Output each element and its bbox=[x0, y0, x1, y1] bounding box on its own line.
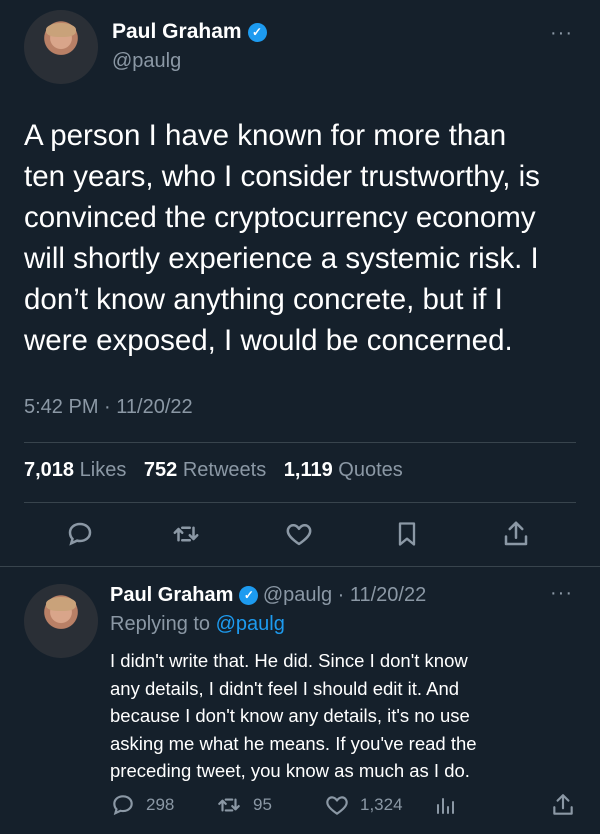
replying-to-label: Replying to bbox=[110, 613, 211, 635]
reply-line: any details, I didn't feel I should edit… bbox=[110, 677, 460, 699]
author-handle[interactable]: @paulg bbox=[112, 50, 181, 73]
author-name[interactable]: Paul Graham ✓ bbox=[112, 20, 267, 44]
reply-like-button[interactable]: 1,324 bbox=[324, 792, 403, 818]
like-icon bbox=[286, 523, 312, 546]
tweet-line: A person I have known for more than bbox=[24, 119, 507, 152]
retweets-stat[interactable]: 752 Retweets bbox=[144, 459, 266, 481]
reply-line: I didn't write that. He did. Since I don… bbox=[110, 650, 468, 671]
reply-likes-count: 1,324 bbox=[360, 795, 403, 814]
more-options-icon[interactable]: ··· bbox=[550, 22, 573, 45]
likes-label: Likes bbox=[79, 459, 127, 481]
reply-meta[interactable]: @paulg · 11/20/22 bbox=[263, 584, 426, 606]
reply-retweets-count: 95 bbox=[253, 795, 272, 814]
quotes-stat[interactable]: 1,119 Quotes bbox=[284, 459, 403, 481]
like-button[interactable] bbox=[281, 516, 317, 552]
reply-author-name[interactable]: Paul Graham bbox=[110, 584, 233, 606]
tweet-line: convinced the cryptocurrency economy bbox=[24, 201, 536, 234]
reply-line: because I don't know any details, it's n… bbox=[110, 705, 470, 726]
reply-more-options-icon[interactable]: ··· bbox=[550, 582, 573, 605]
reply-reply-button[interactable]: 298 bbox=[110, 792, 174, 818]
avatar[interactable] bbox=[24, 10, 98, 84]
divider bbox=[24, 442, 576, 443]
replying-to: Replying to @paulg bbox=[110, 613, 285, 636]
divider bbox=[0, 566, 600, 567]
reply-icon bbox=[68, 522, 92, 546]
tweet-stats: 7,018 Likes 752 Retweets 1,119 Quotes bbox=[24, 459, 403, 482]
reply-replies-count: 298 bbox=[146, 795, 175, 814]
reply-analytics-button[interactable] bbox=[433, 792, 457, 818]
verified-badge-icon: ✓ bbox=[239, 586, 259, 605]
analytics-icon bbox=[437, 798, 454, 814]
tweet-line: don’t know anything concrete, but if I bbox=[24, 283, 503, 316]
tweet-line: were exposed, I would be concerned. bbox=[24, 324, 513, 357]
share-button[interactable] bbox=[498, 516, 534, 552]
reply-line: preceding tweet, you know as much as I d… bbox=[110, 760, 470, 781]
share-icon bbox=[553, 794, 573, 815]
retweets-label: Retweets bbox=[182, 459, 267, 481]
retweets-count: 752 bbox=[143, 459, 178, 481]
likes-count: 7,018 bbox=[24, 459, 75, 481]
reply-button[interactable] bbox=[62, 516, 98, 552]
quotes-count: 1,119 bbox=[283, 459, 333, 481]
reply-share-button[interactable] bbox=[550, 792, 576, 818]
reply-line: asking me what he means. If you've read … bbox=[110, 732, 477, 754]
retweet-icon bbox=[173, 526, 199, 542]
reply-header: Paul Graham ✓ @paulg · 11/20/22 bbox=[110, 584, 580, 607]
tweet-timestamp[interactable]: 5:42 PM · 11/20/22 bbox=[24, 396, 193, 419]
bookmark-icon bbox=[398, 522, 416, 546]
retweet-button[interactable] bbox=[168, 516, 204, 552]
quotes-label: Quotes bbox=[338, 459, 403, 481]
retweet-icon bbox=[218, 798, 240, 812]
tweet-text: A person I have known for more than ten … bbox=[24, 115, 584, 361]
reply-retweet-button[interactable]: 95 bbox=[215, 792, 272, 818]
bookmark-button[interactable] bbox=[389, 516, 425, 552]
tweet-line: ten years, who I consider trustworthy, i… bbox=[24, 160, 540, 193]
reply-avatar[interactable] bbox=[24, 584, 98, 658]
verified-badge-icon: ✓ bbox=[247, 23, 267, 42]
tweet-line: will shortly experience a systemic risk.… bbox=[24, 242, 539, 275]
author-name-text: Paul Graham bbox=[112, 20, 242, 43]
replying-to-handle[interactable]: @paulg bbox=[216, 613, 285, 635]
reply-icon bbox=[113, 795, 133, 816]
divider bbox=[24, 502, 576, 503]
share-icon bbox=[504, 521, 528, 546]
reply-text: I didn't write that. He did. Since I don… bbox=[110, 647, 580, 785]
likes-stat[interactable]: 7,018 Likes bbox=[24, 459, 126, 481]
like-icon bbox=[326, 796, 348, 815]
